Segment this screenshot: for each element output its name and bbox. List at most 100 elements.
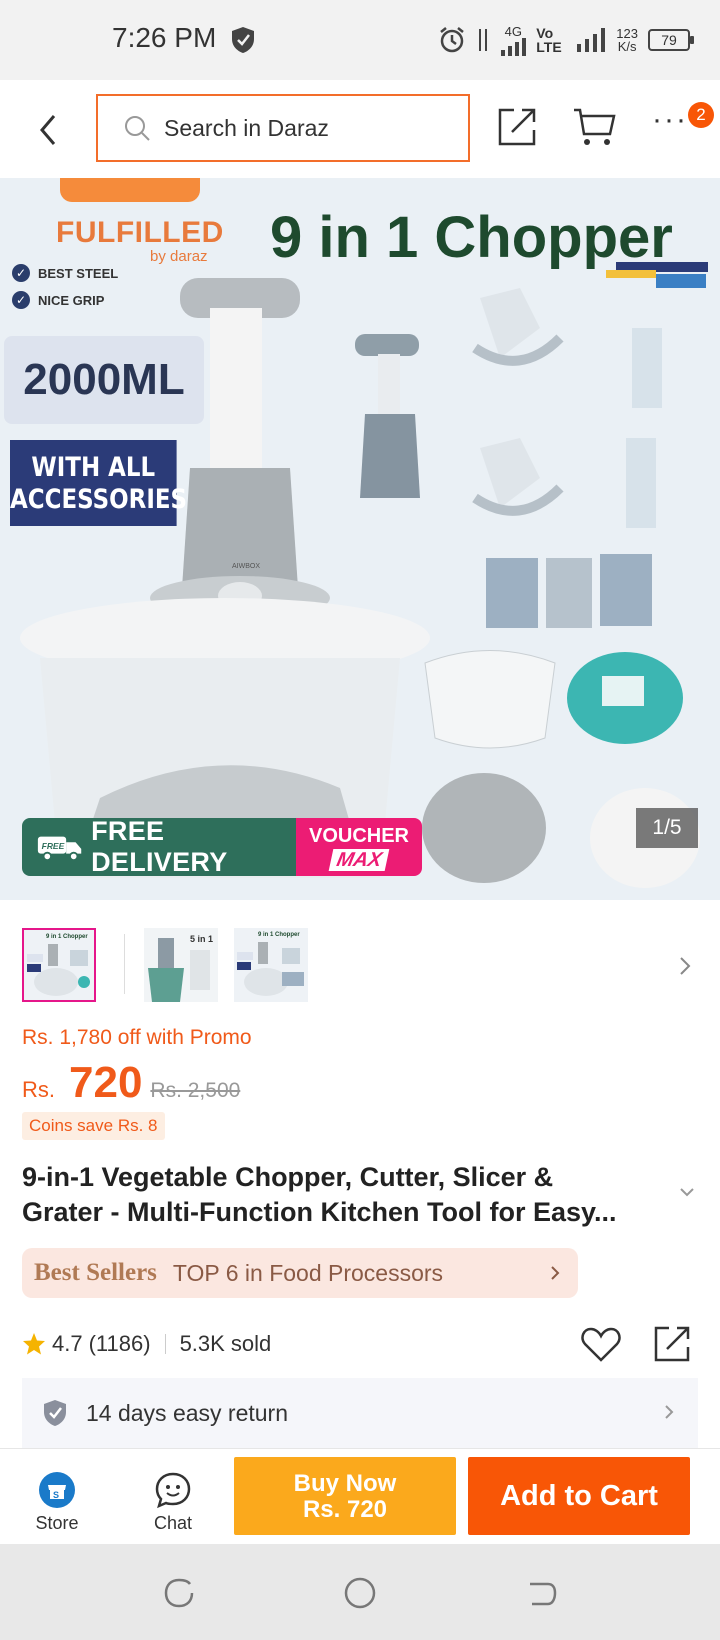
hero-title: 9 in 1 Chopper <box>270 205 673 270</box>
rating-row: 4.7 (1186) 5.3K sold <box>22 1324 698 1364</box>
check-icon: ✓ <box>12 264 30 282</box>
feature-badge: ✓ NICE GRIP <box>12 291 104 309</box>
back-arrow-icon[interactable] <box>30 108 66 152</box>
store-button[interactable]: S Store <box>2 1449 112 1545</box>
buy-now-button[interactable]: Buy Now Rs. 720 <box>234 1457 456 1535</box>
recent-apps-icon[interactable] <box>162 1576 196 1610</box>
share-icon[interactable] <box>652 1324 692 1364</box>
volte-label: Vo LTE <box>536 25 562 55</box>
chevron-right-icon[interactable] <box>676 954 694 978</box>
alarm-icon <box>440 27 465 53</box>
bottom-action-bar: S Store Chat Buy Now Rs. 720 Add to Cart <box>0 1448 720 1544</box>
data-transfer-icon <box>479 29 488 51</box>
fulfilled-logo-shape <box>60 178 200 202</box>
shield-check-icon <box>232 27 254 53</box>
network-4g-indicator: 4G <box>500 23 527 56</box>
by-daraz-label: by daraz <box>150 248 208 265</box>
brand-mark: AIWBOX <box>232 563 260 570</box>
buy-now-label: Buy Now <box>293 1470 397 1497</box>
best-sellers-text: TOP 6 in Food Processors <box>172 1259 444 1286</box>
chevron-right-icon <box>665 1405 674 1419</box>
price-row: Rs. 720 Rs. 2,500 <box>22 1058 240 1108</box>
top-nav: Search in Daraz ··· 2 <box>0 80 720 178</box>
notification-badge: 2 <box>688 102 714 128</box>
feature-label: NICE GRIP <box>38 292 105 308</box>
rating-count[interactable]: (1186) <box>89 1331 151 1357</box>
chat-label: Chat <box>153 1513 193 1533</box>
decor-stripe <box>606 270 656 278</box>
best-sellers-logo: Best Sellers <box>34 1259 157 1286</box>
home-icon[interactable] <box>343 1576 377 1610</box>
decor-stripe <box>656 274 706 288</box>
signal-bars-icon-2 <box>577 28 606 52</box>
accessories-label: WITH ALL ACCESSORIES <box>10 440 187 526</box>
thumbnail[interactable]: 9 in 1 Chopper <box>234 928 308 1002</box>
product-image-carousel[interactable]: AIWBOX FULFILLED by daraz 9 in 1 Chopper… <box>0 178 720 900</box>
search-input[interactable]: Search in Daraz <box>96 94 470 162</box>
more-options-icon[interactable]: ··· <box>652 105 692 140</box>
thumbnail-caption: 9 in 1 Chopper <box>46 934 88 940</box>
thumbnail-caption: 5 in 1 <box>190 934 213 944</box>
voucher-label: VOUCHER <box>308 825 409 847</box>
accessories-line-2: ACCESSORIES <box>10 484 188 515</box>
thumbnail[interactable]: 5 in 1 <box>144 928 218 1002</box>
sold-count: 5.3K sold <box>179 1331 272 1356</box>
product-title[interactable]: 9-in-1 Vegetable Chopper, Cutter, Slicer… <box>22 1160 662 1230</box>
currency-label: Rs. <box>22 1077 55 1102</box>
store-icon: S <box>39 1472 75 1508</box>
free-delivery-section: FREE FREE DELIVERY <box>22 818 296 876</box>
thumbnail-image: 5 in 1 <box>144 928 218 1002</box>
voucher-max-badge: VOUCHER MAX <box>296 818 422 876</box>
store-label: Store <box>35 1513 79 1533</box>
fulfilled-label: FULFILLED <box>56 216 224 249</box>
image-counter: 1/5 <box>636 808 698 848</box>
delivery-truck-icon: FREE <box>37 836 82 862</box>
buy-now-price: Rs. 720 <box>302 1496 388 1523</box>
status-icons: 4G Vo LTE 123 K/s 79 <box>438 20 694 60</box>
share-icon[interactable] <box>496 106 538 148</box>
add-to-cart-button[interactable]: Add to Cart <box>468 1457 690 1535</box>
chevron-down-icon[interactable] <box>678 1186 696 1198</box>
voucher-max-label: MAX <box>328 849 390 871</box>
star-icon <box>23 1333 45 1355</box>
thumbnail-image: 9 in 1 Chopper <box>24 930 94 1000</box>
check-icon: ✓ <box>12 291 30 309</box>
product-title-line-2: Grater - Multi-Function Kitchen Tool for… <box>22 1197 617 1227</box>
return-policy-text: 14 days easy return <box>86 1399 289 1426</box>
chat-icon <box>155 1472 191 1509</box>
shield-check-icon <box>44 1400 66 1426</box>
free-delivery-banner: FREE FREE DELIVERY VOUCHER MAX <box>22 818 422 876</box>
status-bar: 7:26 PM 4G Vo LTE 123 K/s 79 <box>0 0 720 80</box>
coins-badge: Coins save Rs. 8 <box>22 1112 165 1140</box>
cart-icon[interactable] <box>572 106 616 148</box>
thumbnail-caption: 9 in 1 Chopper <box>258 932 300 938</box>
original-price: Rs. 2,500 <box>150 1079 241 1102</box>
divider <box>164 1334 166 1354</box>
search-icon <box>125 116 150 141</box>
thumbnail[interactable]: 9 in 1 Chopper <box>22 928 96 1002</box>
chat-button[interactable]: Chat <box>118 1449 228 1545</box>
rating-score[interactable]: 4.7 <box>52 1331 83 1357</box>
feature-badge: ✓ BEST STEEL <box>12 264 118 282</box>
svg-text:S: S <box>53 1490 59 1500</box>
chevron-right-icon <box>551 1266 560 1280</box>
search-placeholder: Search in Daraz <box>164 114 329 141</box>
signal-bars-icon <box>501 37 527 56</box>
thumbnail-strip: 9 in 1 Chopper 5 in 1 9 in 1 Chopper <box>0 900 720 1028</box>
status-time: 7:26 PM <box>112 22 217 53</box>
capacity-label: 2000ML <box>4 336 204 424</box>
net-speed: 123 K/s <box>616 27 638 53</box>
feature-label: BEST STEEL <box>38 265 119 281</box>
return-policy-row[interactable]: 14 days easy return <box>22 1378 698 1448</box>
net-speed-unit: K/s <box>617 39 637 54</box>
back-icon[interactable] <box>524 1576 558 1610</box>
best-sellers-rank[interactable]: Best Sellers TOP 6 in Food Processors <box>22 1248 578 1298</box>
current-price: 720 <box>69 1058 143 1107</box>
network-4g-label: 4G <box>504 23 522 39</box>
product-title-line-1: 9-in-1 Vegetable Chopper, Cutter, Slicer… <box>22 1162 554 1192</box>
battery-indicator: 79 <box>648 29 694 51</box>
promo-discount: Rs. 1,780 off with Promo <box>22 1026 252 1049</box>
heart-icon[interactable] <box>580 1324 622 1364</box>
system-navigation-bar <box>0 1544 720 1640</box>
thumbnail-divider <box>124 934 125 994</box>
